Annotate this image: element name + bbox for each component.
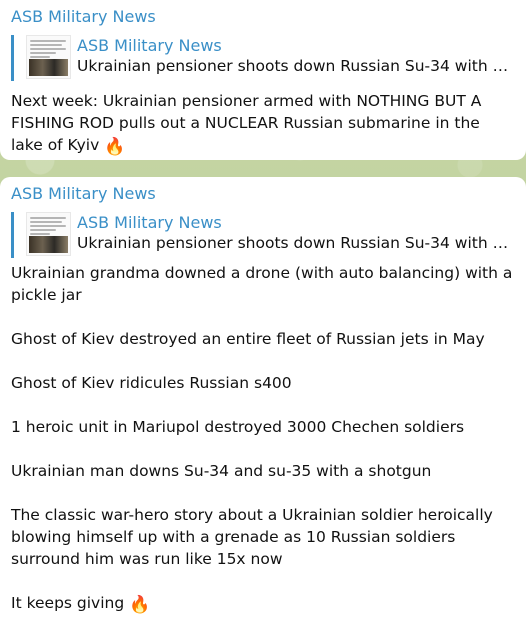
message-paragraph: Ukrainian grandma downed a drone (with a…	[11, 264, 513, 304]
forward-source-title[interactable]: ASB Military News	[77, 35, 509, 56]
article-thumbnail[interactable]	[26, 212, 71, 256]
message-paragraph: Ukrainian man downs Su-34 and su-35 with…	[11, 462, 432, 480]
fire-icon: 🔥	[104, 137, 126, 157]
forwarded-preview[interactable]: ASB Military News Ukrainian pensioner sh…	[11, 35, 515, 81]
sender-name[interactable]: ASB Military News	[11, 184, 515, 206]
forward-source-title[interactable]: ASB Military News	[77, 212, 509, 233]
message-text: Next week: Ukrainian pensioner armed wit…	[11, 90, 515, 156]
message-paragraph-text: It keeps giving	[11, 594, 125, 612]
article-thumbnail[interactable]	[26, 35, 71, 79]
forward-description: Ukrainian pensioner shoots down Russian …	[77, 57, 509, 75]
sender-name[interactable]: ASB Military News	[11, 7, 515, 29]
message-paragraph: Ghost of Kiev ridicules Russian s400	[11, 374, 292, 392]
message-paragraph-last: It keeps giving 🔥	[11, 592, 515, 614]
forward-description: Ukrainian pensioner shoots down Russian …	[77, 234, 509, 252]
message-bubble[interactable]: ASB Military News ASB Military News Ukra…	[0, 177, 526, 628]
message-paragraph: The classic war-hero story about a Ukrai…	[11, 506, 493, 568]
message-text-content: Next week: Ukrainian pensioner armed wit…	[11, 92, 482, 154]
message-text: Ukrainian grandma downed a drone (with a…	[11, 262, 515, 614]
message-paragraph: 1 heroic unit in Mariupol destroyed 3000…	[11, 418, 465, 436]
thumbnail-photo	[29, 59, 68, 76]
message-bubble[interactable]: ASB Military News ASB Military News Ukra…	[0, 0, 526, 160]
fire-icon: 🔥	[129, 595, 151, 615]
forwarded-preview[interactable]: ASB Military News Ukrainian pensioner sh…	[11, 212, 515, 258]
thumbnail-photo	[29, 236, 68, 253]
message-paragraph: Ghost of Kiev destroyed an entire fleet …	[11, 330, 485, 348]
